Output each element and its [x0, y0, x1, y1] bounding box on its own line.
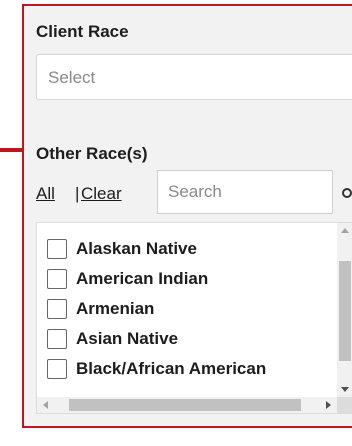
- clear-link[interactable]: Clear: [81, 184, 122, 204]
- scroll-left-arrow-icon[interactable]: [43, 401, 48, 409]
- list-item[interactable]: Armenian: [37, 294, 337, 324]
- race-search-input[interactable]: [157, 170, 333, 214]
- checkbox-armenian[interactable]: [47, 299, 67, 319]
- list-item[interactable]: Black/African American: [37, 354, 337, 384]
- list-item[interactable]: Asian Native: [37, 324, 337, 354]
- scroll-up-arrow-icon[interactable]: [341, 228, 349, 233]
- race-checkbox-list[interactable]: Alaskan Native American Indian Armenian …: [36, 222, 352, 414]
- checkbox-black-african-american[interactable]: [47, 359, 67, 379]
- horizontal-scrollbar[interactable]: [37, 397, 337, 413]
- list-item-label: Armenian: [76, 299, 155, 318]
- checkbox-asian-native[interactable]: [47, 329, 67, 349]
- other-races-label: Other Race(s): [36, 144, 148, 163]
- list-item-label: Asian Native: [76, 329, 179, 348]
- list-item-label: Black/African American: [76, 359, 267, 378]
- list-item[interactable]: Alaskan Native: [37, 234, 337, 264]
- scroll-down-arrow-icon[interactable]: [341, 387, 349, 392]
- scroll-right-arrow-icon[interactable]: [326, 401, 331, 409]
- link-separator: |: [75, 184, 80, 203]
- client-race-label: Client Race: [36, 22, 129, 41]
- checkbox-american-indian[interactable]: [47, 269, 67, 289]
- list-item-label: Alaskan Native: [76, 239, 197, 258]
- select-all-link[interactable]: All: [36, 184, 55, 204]
- race-selection-panel: Client Race Select Other Race(s) All | C…: [22, 4, 352, 428]
- callout-arrow-icon: [0, 148, 24, 152]
- client-race-select-placeholder: Select: [48, 68, 96, 87]
- vertical-scroll-thumb[interactable]: [339, 261, 351, 361]
- scrollbar-corner: [337, 397, 352, 413]
- search-icon[interactable]: [342, 188, 352, 198]
- list-item[interactable]: American Indian: [37, 264, 337, 294]
- checkbox-alaskan-native[interactable]: [47, 239, 67, 259]
- horizontal-scroll-thumb[interactable]: [69, 399, 301, 411]
- list-item-label: American Indian: [76, 269, 209, 288]
- vertical-scrollbar[interactable]: [337, 223, 352, 397]
- client-race-select[interactable]: Select: [36, 54, 352, 100]
